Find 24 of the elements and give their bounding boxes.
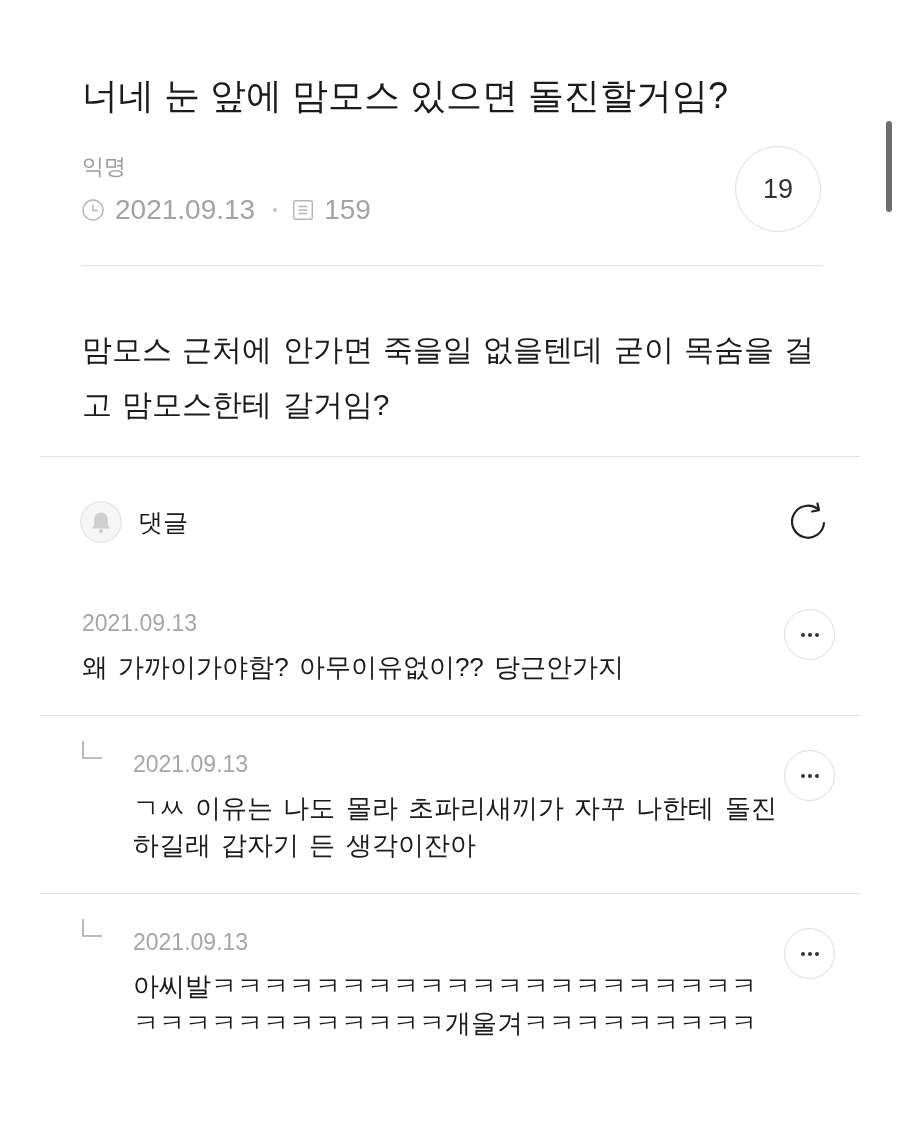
more-button[interactable] bbox=[784, 750, 835, 801]
comment-text: 왜 가까이가야함? 아무이유없이?? 당근안가지 bbox=[82, 651, 626, 684]
bell-icon[interactable] bbox=[80, 501, 122, 543]
document-icon bbox=[293, 199, 314, 220]
comment-count-button[interactable]: 19 bbox=[735, 146, 821, 232]
ellipsis-icon bbox=[800, 773, 819, 778]
comment-date: 2021.09.13 bbox=[133, 750, 250, 778]
comment-date: 2021.09.13 bbox=[133, 928, 250, 956]
comments-label: 댓글 bbox=[138, 507, 189, 538]
scrollbar[interactable] bbox=[886, 121, 892, 212]
more-button[interactable] bbox=[784, 609, 835, 660]
clock-icon bbox=[82, 198, 104, 221]
post-body: 맘모스 근처에 안가면 죽을일 없을텐데 굳이 목숨을 걸고 맘모스한테 갈거임? bbox=[82, 332, 816, 423]
post-date: 2021.09.13 bbox=[115, 192, 256, 227]
ellipsis-icon bbox=[800, 632, 819, 637]
separator-dot-icon bbox=[273, 207, 278, 212]
comment-text: 아씨발ㅋㅋㅋㅋㅋㅋㅋㅋㅋㅋㅋㅋㅋㅋㅋㅋㅋㅋㅋㅋㅋㅋㅋㅋㅋㅋㅋㅋㅋㅋㅋㅋㅋ개울겨ㅋㅋㅋㅋㅋㅋㅋㅋㅋ bbox=[133, 970, 758, 1040]
post-title: 너네 눈 앞에 맘모스 있으면 돌진할거임? bbox=[82, 74, 730, 118]
more-button[interactable] bbox=[784, 928, 835, 979]
comment-text: ㄱㅆ 이유는 나도 몰라 초파리새끼가 자꾸 나한테 돌진하길래 갑자기 든 생각이잔아 bbox=[133, 792, 778, 862]
author-name: 익명 bbox=[82, 152, 127, 181]
comment-date: 2021.09.13 bbox=[82, 609, 199, 637]
ellipsis-icon bbox=[800, 951, 819, 956]
view-count: 159 bbox=[324, 192, 371, 227]
